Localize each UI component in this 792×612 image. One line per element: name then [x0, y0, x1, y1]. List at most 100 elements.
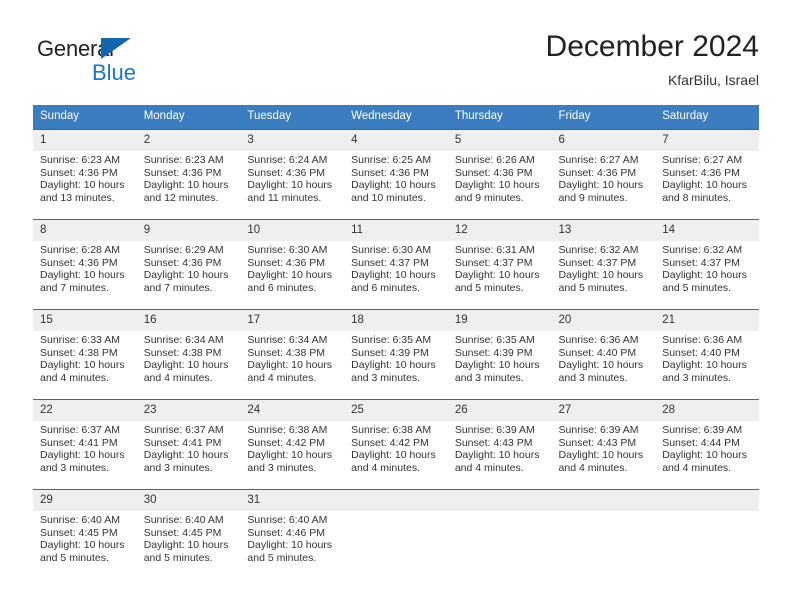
day-number: 5 — [447, 130, 552, 151]
sunrise-text: Sunrise: 6:30 AM — [351, 244, 432, 256]
day-details: Sunrise: 6:24 AM Sunset: 4:36 PM Daylight:… — [240, 151, 344, 204]
page-title: December 2024 — [545, 30, 759, 63]
sunset-text: Sunset: 4:36 PM — [247, 256, 326, 269]
page-subtitle: KfarBilu, Israel — [667, 72, 759, 88]
calendar-day-cell[interactable]: 21 Sunrise: 6:36 AM Sunset: 4:40 PM Dayligh… — [655, 309, 759, 400]
calendar-day-cell[interactable] — [655, 489, 759, 579]
calendar-day-cell[interactable]: 11 Sunrise: 6:30 AM Sunset: 4:37 PM Dayligh… — [344, 219, 448, 310]
sunrise-text: Sunrise: 6:40 AM — [143, 514, 224, 526]
calendar-day-cell[interactable]: 5 Sunrise: 6:26 AM Sunset: 4:36 PM Daylight… — [447, 129, 552, 220]
day-details: Sunrise: 6:28 AM Sunset: 4:36 PM Daylight:… — [33, 241, 137, 294]
day-number: 30 — [136, 490, 241, 511]
calendar-day-cell[interactable]: 4 Sunrise: 6:25 AM Sunset: 4:36 PM Daylight… — [344, 129, 448, 220]
day-details: Sunrise: 6:27 AM Sunset: 4:36 PM Daylight:… — [552, 151, 656, 204]
day-number — [551, 490, 656, 511]
sunrise-text: Sunrise: 6:37 AM — [40, 424, 120, 436]
daylight-text: Daylight: 10 hours and 3 minutes. — [454, 359, 540, 384]
calendar-day-cell[interactable] — [551, 489, 656, 579]
sunrise-text: Sunrise: 6:39 AM — [454, 424, 535, 436]
calendar-day-cell[interactable]: 14 Sunrise: 6:32 AM Sunset: 4:37 PM Dayligh… — [655, 219, 759, 310]
calendar-day-cell[interactable]: 29 Sunrise: 6:40 AM Sunset: 4:45 PM Dayligh… — [33, 489, 137, 579]
day-details: Sunrise: 6:30 AM Sunset: 4:36 PM Daylight:… — [240, 241, 344, 294]
calendar-day-cell[interactable]: 8 Sunrise: 6:28 AM Sunset: 4:36 PM Daylight… — [33, 219, 137, 310]
day-details: Sunrise: 6:40 AM Sunset: 4:45 PM Daylight:… — [137, 511, 241, 564]
day-number: 3 — [240, 130, 345, 151]
day-details: Sunrise: 6:32 AM Sunset: 4:37 PM Daylight:… — [655, 241, 759, 294]
calendar-week-row: 1 Sunrise: 6:23 AM Sunset: 4:36 PM Daylight… — [33, 129, 759, 220]
daylight-text: Daylight: 10 hours and 4 minutes. — [143, 359, 229, 384]
sunrise-text: Sunrise: 6:26 AM — [454, 154, 535, 166]
day-number: 20 — [551, 310, 656, 331]
day-details: Sunrise: 6:37 AM Sunset: 4:41 PM Daylight:… — [33, 421, 137, 474]
sunset-text: Sunset: 4:37 PM — [351, 256, 429, 269]
weekday-header-thursday: Thursday — [447, 105, 552, 130]
daylight-text: Daylight: 10 hours and 10 minutes. — [351, 179, 436, 204]
sunset-text: Sunset: 4:36 PM — [143, 256, 222, 269]
daylight-text: Daylight: 10 hours and 5 minutes. — [247, 539, 333, 564]
day-number: 24 — [240, 400, 345, 421]
sunset-text: Sunset: 4:45 PM — [40, 526, 118, 539]
daylight-text: Daylight: 10 hours and 5 minutes. — [143, 539, 229, 564]
sunrise-text: Sunrise: 6:40 AM — [247, 514, 328, 526]
calendar-day-cell[interactable]: 10 Sunrise: 6:30 AM Sunset: 4:36 PM Dayligh… — [240, 219, 345, 310]
daylight-text: Daylight: 10 hours and 3 minutes. — [662, 359, 747, 384]
sunset-text: Sunset: 4:42 PM — [247, 436, 326, 449]
calendar-day-cell[interactable]: 7 Sunrise: 6:27 AM Sunset: 4:36 PM Daylight… — [655, 129, 759, 220]
sunset-text: Sunset: 4:43 PM — [454, 436, 533, 449]
calendar-day-cell[interactable]: 18 Sunrise: 6:35 AM Sunset: 4:39 PM Dayligh… — [344, 309, 448, 400]
calendar-day-cell[interactable]: 20 Sunrise: 6:36 AM Sunset: 4:40 PM Dayligh… — [551, 309, 656, 400]
calendar-day-cell[interactable]: 23 Sunrise: 6:37 AM Sunset: 4:41 PM Dayligh… — [136, 399, 241, 490]
sunset-text: Sunset: 4:40 PM — [558, 346, 637, 359]
day-details: Sunrise: 6:32 AM Sunset: 4:37 PM Daylight:… — [552, 241, 656, 294]
sunset-text: Sunset: 4:41 PM — [143, 436, 222, 449]
sunset-text: Sunset: 4:41 PM — [40, 436, 118, 449]
sunset-text: Sunset: 4:38 PM — [247, 346, 326, 359]
day-details: Sunrise: 6:25 AM Sunset: 4:36 PM Daylight:… — [344, 151, 448, 204]
sunrise-text: Sunrise: 6:33 AM — [40, 334, 120, 346]
calendar-day-cell[interactable]: 2 Sunrise: 6:23 AM Sunset: 4:36 PM Daylight… — [136, 129, 241, 220]
sunset-text: Sunset: 4:36 PM — [40, 166, 118, 179]
day-details: Sunrise: 6:23 AM Sunset: 4:36 PM Daylight:… — [33, 151, 137, 204]
sunrise-text: Sunrise: 6:23 AM — [143, 154, 224, 166]
day-number: 4 — [344, 130, 448, 151]
calendar-day-cell[interactable]: 25 Sunrise: 6:38 AM Sunset: 4:42 PM Dayligh… — [344, 399, 448, 490]
daylight-text: Daylight: 10 hours and 7 minutes. — [40, 269, 125, 294]
calendar-day-cell[interactable]: 3 Sunrise: 6:24 AM Sunset: 4:36 PM Daylight… — [240, 129, 345, 220]
calendar-day-cell[interactable] — [447, 489, 552, 579]
daylight-text: Daylight: 10 hours and 5 minutes. — [662, 269, 747, 294]
general-blue-logo[interactable]: General Blue — [37, 36, 187, 90]
day-details: Sunrise: 6:37 AM Sunset: 4:41 PM Daylight:… — [137, 421, 241, 474]
sunset-text: Sunset: 4:43 PM — [558, 436, 637, 449]
calendar-day-cell[interactable]: 28 Sunrise: 6:39 AM Sunset: 4:44 PM Dayligh… — [655, 399, 759, 490]
logo-secondary-text: Blue — [92, 60, 137, 85]
calendar-day-cell[interactable]: 15 Sunrise: 6:33 AM Sunset: 4:38 PM Dayligh… — [33, 309, 137, 400]
calendar-day-cell[interactable]: 9 Sunrise: 6:29 AM Sunset: 4:36 PM Daylight… — [136, 219, 241, 310]
sunrise-text: Sunrise: 6:34 AM — [247, 334, 328, 346]
sunset-text: Sunset: 4:39 PM — [454, 346, 533, 359]
calendar-day-cell[interactable]: 30 Sunrise: 6:40 AM Sunset: 4:45 PM Dayligh… — [136, 489, 241, 579]
daylight-text: Daylight: 10 hours and 9 minutes. — [454, 179, 540, 204]
calendar-day-cell[interactable]: 19 Sunrise: 6:35 AM Sunset: 4:39 PM Dayligh… — [447, 309, 552, 400]
calendar-day-cell[interactable]: 27 Sunrise: 6:39 AM Sunset: 4:43 PM Dayligh… — [551, 399, 656, 490]
day-details: Sunrise: 6:33 AM Sunset: 4:38 PM Daylight:… — [33, 331, 137, 384]
calendar-day-cell[interactable]: 17 Sunrise: 6:34 AM Sunset: 4:38 PM Dayligh… — [240, 309, 345, 400]
sunrise-text: Sunrise: 6:34 AM — [143, 334, 224, 346]
sunset-text: Sunset: 4:37 PM — [558, 256, 637, 269]
calendar-day-cell[interactable]: 1 Sunrise: 6:23 AM Sunset: 4:36 PM Daylight… — [33, 129, 137, 220]
calendar-day-cell[interactable] — [344, 489, 448, 579]
calendar-day-cell[interactable]: 16 Sunrise: 6:34 AM Sunset: 4:38 PM Dayligh… — [136, 309, 241, 400]
calendar-day-cell[interactable]: 31 Sunrise: 6:40 AM Sunset: 4:46 PM Dayligh… — [240, 489, 345, 579]
calendar-day-cell[interactable]: 6 Sunrise: 6:27 AM Sunset: 4:36 PM Daylight… — [551, 129, 656, 220]
calendar-body: 1 Sunrise: 6:23 AM Sunset: 4:36 PM Daylight… — [33, 129, 759, 579]
calendar-day-cell[interactable]: 26 Sunrise: 6:39 AM Sunset: 4:43 PM Dayligh… — [447, 399, 552, 490]
sunrise-text: Sunrise: 6:30 AM — [247, 244, 328, 256]
day-details: Sunrise: 6:34 AM Sunset: 4:38 PM Daylight:… — [137, 331, 241, 384]
calendar-day-cell[interactable]: 13 Sunrise: 6:32 AM Sunset: 4:37 PM Dayligh… — [551, 219, 656, 310]
calendar-week-row: 8 Sunrise: 6:28 AM Sunset: 4:36 PM Daylight… — [33, 219, 759, 310]
daylight-text: Daylight: 10 hours and 3 minutes. — [247, 449, 333, 474]
calendar-day-cell[interactable]: 12 Sunrise: 6:31 AM Sunset: 4:37 PM Dayligh… — [447, 219, 552, 310]
calendar-day-cell[interactable]: 24 Sunrise: 6:38 AM Sunset: 4:42 PM Dayligh… — [240, 399, 345, 490]
calendar-day-cell[interactable]: 22 Sunrise: 6:37 AM Sunset: 4:41 PM Dayligh… — [33, 399, 137, 490]
sunset-text: Sunset: 4:38 PM — [143, 346, 222, 359]
daylight-text: Daylight: 10 hours and 13 minutes. — [40, 179, 125, 204]
